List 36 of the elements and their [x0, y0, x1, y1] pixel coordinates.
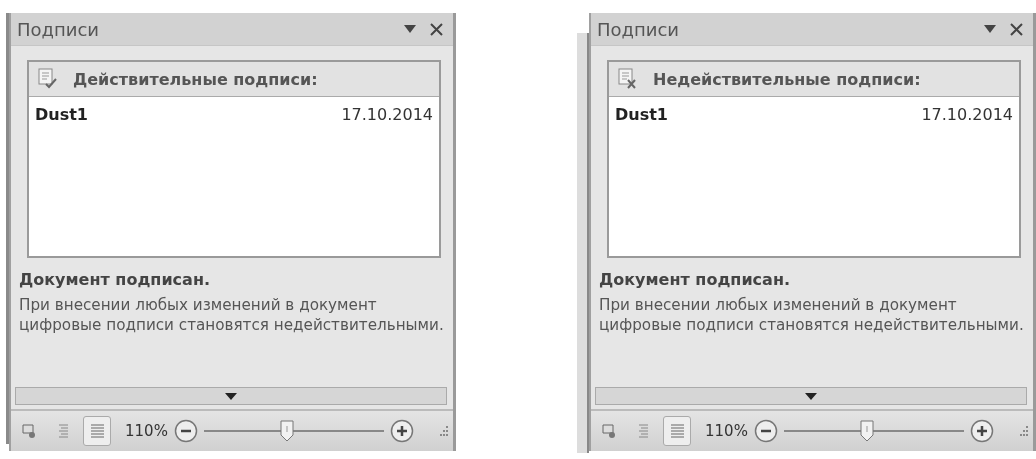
signature-date: 17.10.2014 — [341, 105, 433, 124]
dropdown-arrow-icon[interactable] — [984, 25, 996, 33]
signature-date: 17.10.2014 — [921, 105, 1013, 124]
resize-grip-icon[interactable] — [1017, 425, 1029, 437]
signer-name: Dust1 — [35, 105, 88, 124]
view-button[interactable] — [663, 416, 691, 446]
status-description: При внесении любых изменений в документ цифровые подписи становятся недействительными. — [19, 295, 444, 335]
plus-icon — [389, 419, 414, 443]
slider-thumb[interactable] — [279, 420, 294, 442]
slider-thumb[interactable] — [859, 420, 874, 442]
zoom-in-button[interactable] — [969, 419, 994, 443]
zoom-in-button[interactable] — [389, 419, 414, 443]
signer-name: Dust1 — [615, 105, 668, 124]
plus-icon — [969, 419, 994, 443]
signature-check-icon — [37, 68, 59, 90]
status-heading: Документ подписан. — [19, 270, 211, 289]
minus-icon — [173, 419, 198, 443]
resize-grip-icon[interactable] — [437, 425, 449, 437]
list-heading: Недействительные подписи: — [653, 69, 921, 89]
zoom-out-button[interactable] — [173, 419, 198, 443]
pane-title: Подписи — [17, 18, 101, 40]
status-description: При внесении любых изменений в документ цифровые подписи становятся недействительными. — [599, 295, 1024, 335]
zoom-percent[interactable]: 110% — [705, 422, 748, 440]
signature-cross-icon — [617, 68, 639, 90]
zoom-out-button[interactable] — [753, 419, 778, 443]
zoom-percent[interactable]: 110% — [125, 422, 168, 440]
view-button[interactable] — [83, 416, 111, 446]
pane-title: Подписи — [597, 18, 681, 40]
status-heading: Документ подписан. — [599, 270, 791, 289]
down-arrow-icon — [225, 392, 237, 400]
minus-icon — [753, 419, 778, 443]
close-icon[interactable] — [430, 22, 443, 36]
close-icon[interactable] — [1010, 22, 1023, 36]
dropdown-arrow-icon[interactable] — [404, 25, 416, 33]
list-heading: Действительные подписи: — [73, 69, 318, 89]
down-arrow-icon — [805, 392, 817, 400]
